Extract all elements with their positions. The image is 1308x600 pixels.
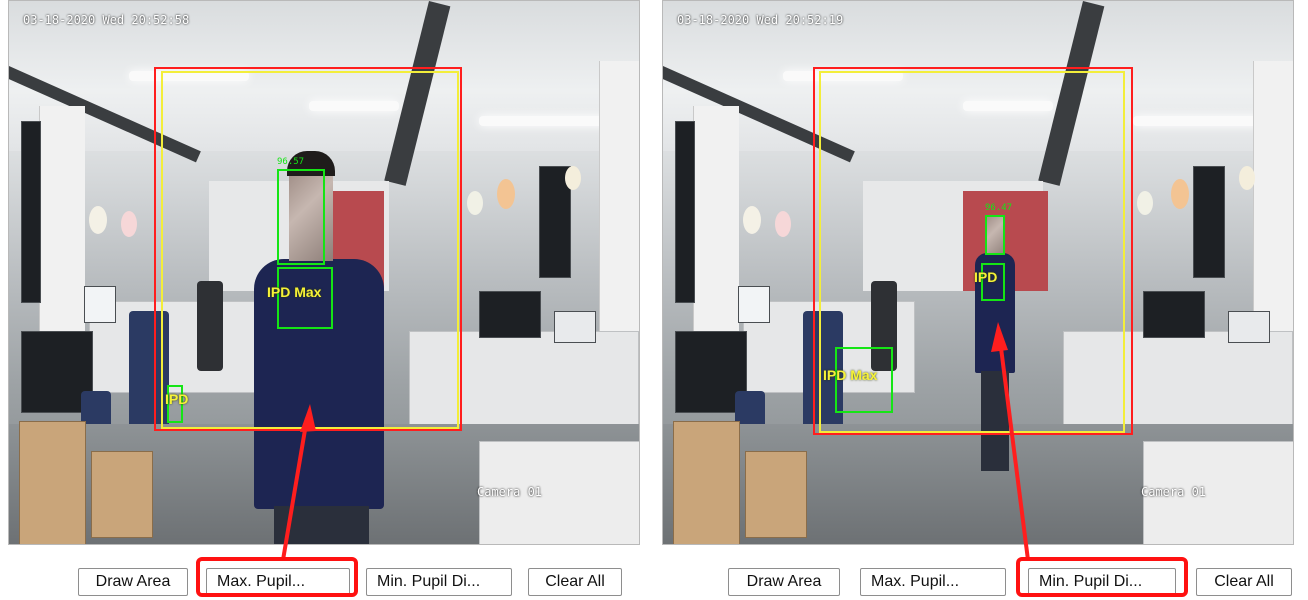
cardboard-box [673,421,740,544]
max-pupil-distance-button[interactable]: Max. Pupil... [860,568,1006,596]
osd-camera-label: Camera 01 [1141,485,1207,499]
lantern [121,211,137,237]
clear-all-button[interactable]: Clear All [528,568,622,596]
person-legs [274,506,369,544]
face-detection-box [985,215,1005,255]
toolbar-right: Draw Area Max. Pupil... Min. Pupil Di...… [654,557,1300,600]
lantern [89,206,107,234]
face-score: 96.47 [985,203,1013,213]
right-camera-panel: 03-18-2020 Wed 20:52:19 Camera 01 96.47 … [654,0,1300,597]
lantern [775,211,791,237]
lantern [497,179,515,209]
pc-monitor [1143,291,1205,338]
lantern [467,191,483,215]
osd-timestamp: 03-18-2020 Wed 20:52:58 [23,13,190,27]
lantern [1171,179,1189,209]
ceiling-light [479,116,619,126]
draw-area-button[interactable]: Draw Area [728,568,840,596]
pillar [1253,61,1293,341]
ipd-min-label: IPD [165,391,189,407]
toolbar-left: Draw Area Max. Pupil... Min. Pupil Di...… [0,557,646,600]
min-pupil-distance-button[interactable]: Min. Pupil Di... [366,568,512,596]
lantern [1137,191,1153,215]
pc-monitor [1228,311,1270,343]
lantern [1239,166,1255,190]
pc-monitor [84,286,116,323]
wall-screen [675,121,695,303]
wall-screen [21,121,41,303]
ipd-min-label: IPD [974,269,998,285]
osd-timestamp: 03-18-2020 Wed 20:52:19 [677,13,844,27]
ipd-max-label: IPD Max [267,284,322,300]
face-detection-box [277,169,325,265]
cardboard-box [19,421,86,544]
draw-area-button[interactable]: Draw Area [78,568,188,596]
cardboard-box [745,451,807,538]
pc-monitor [554,311,596,343]
pillar [39,106,85,336]
ipd-max-label: IPD Max [823,367,878,383]
live-view-right[interactable]: 03-18-2020 Wed 20:52:19 Camera 01 96.47 … [662,0,1294,545]
clear-all-button[interactable]: Clear All [1196,568,1292,596]
highlight-max-pupil [196,557,358,597]
osd-camera-label: Camera 01 [477,485,543,499]
pc-monitor [479,291,541,338]
highlight-min-pupil [1016,557,1188,597]
live-view-left[interactable]: 03-18-2020 Wed 20:52:58 Camera 01 96.57 … [8,0,640,545]
wall-screen [1193,166,1225,278]
pillar [693,106,739,336]
left-camera-panel: 03-18-2020 Wed 20:52:58 Camera 01 96.57 … [0,0,646,597]
pc-monitor [738,286,770,323]
ceiling-light [1133,116,1273,126]
lantern [565,166,581,190]
lantern [743,206,761,234]
cardboard-box [91,451,153,538]
face-score: 96.57 [277,157,305,167]
pillar [599,61,639,341]
